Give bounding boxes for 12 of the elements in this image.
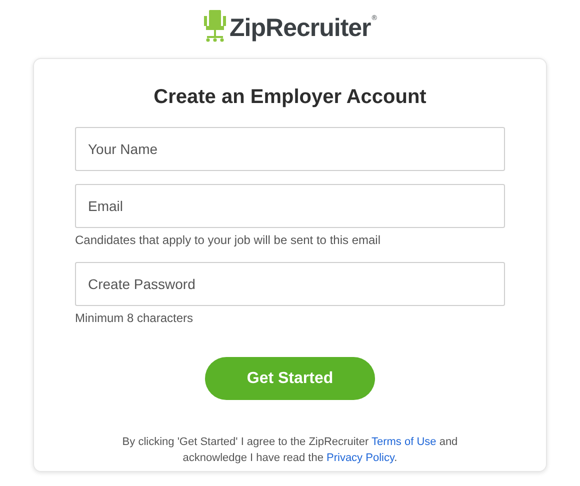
logo-text: ZipRecruiter xyxy=(230,14,371,42)
input-field[interactable]: Your Name xyxy=(75,127,505,171)
form-title: Create an Employer Account xyxy=(152,86,428,109)
chair-icon xyxy=(204,10,226,42)
legal-notice: By clicking 'Get Started' I agree to the ZipRecruiter Terms of Use and acknowledge I have read the Privacy Policy. xyxy=(121,435,459,466)
field-hint: Candidates that apply to your job will be sent to this email xyxy=(75,233,381,247)
terms-link[interactable]: Terms of Use xyxy=(371,436,436,448)
get-started-button[interactable]: Get Started xyxy=(205,357,375,400)
input-field[interactable]: Email xyxy=(75,184,505,228)
privacy-link[interactable]: Privacy Policy xyxy=(326,452,394,464)
input-field[interactable]: Create Password xyxy=(75,262,505,306)
field-hint: Minimum 8 characters xyxy=(75,311,194,325)
